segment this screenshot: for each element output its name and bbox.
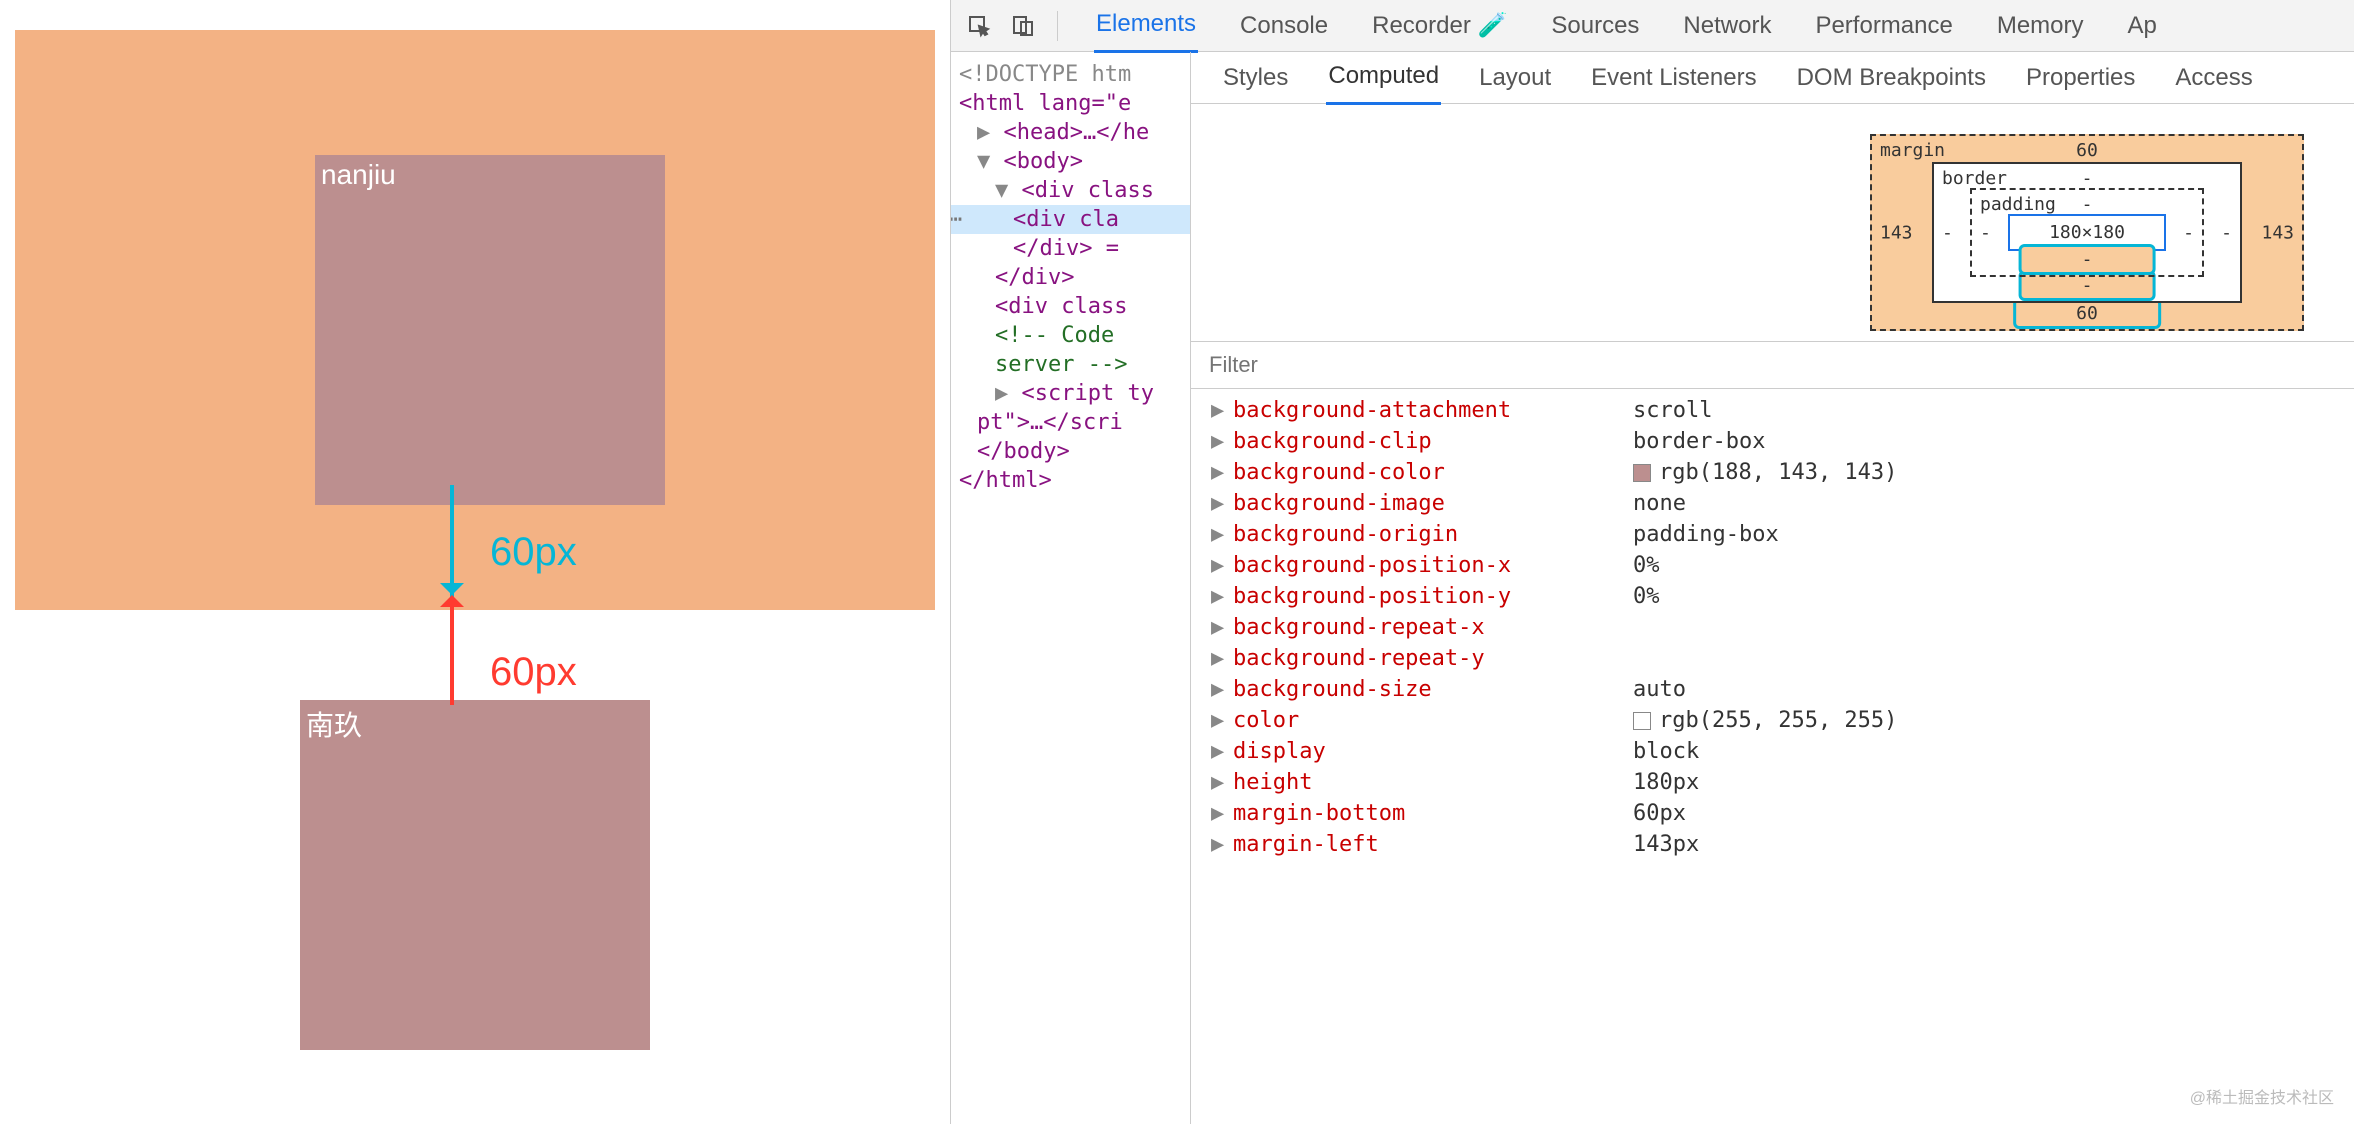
dom-node[interactable]: ▼ <div class xyxy=(951,176,1190,205)
subtab-computed[interactable]: Computed xyxy=(1326,52,1441,105)
computed-prop[interactable]: ▶margin-left143px xyxy=(1191,829,2354,860)
margin-bottom-label: 60px xyxy=(490,530,577,575)
dom-node[interactable]: ▶ <script ty xyxy=(951,379,1190,408)
dom-node[interactable]: <div cla xyxy=(951,205,1190,234)
margin-top-label: 60px xyxy=(490,650,577,695)
subtab-layout[interactable]: Layout xyxy=(1477,52,1553,104)
dom-node[interactable]: <html lang="e xyxy=(951,89,1190,118)
devtools-sub-tabs: Styles Computed Layout Event Listeners DOM B… xyxy=(1191,52,2354,104)
dom-node[interactable]: ▼ <body> xyxy=(951,147,1190,176)
dom-node[interactable]: </html> xyxy=(951,466,1190,495)
inspect-icon[interactable] xyxy=(961,8,997,44)
computed-properties-list[interactable]: ▶background-attachmentscroll▶background-… xyxy=(1191,389,2354,1124)
subtab-styles[interactable]: Styles xyxy=(1221,52,1290,104)
computed-prop[interactable]: ▶background-clipborder-box xyxy=(1191,426,2354,457)
tab-network[interactable]: Network xyxy=(1681,0,1773,52)
devtools-panel: Elements Console Recorder 🧪 Sources Network P… xyxy=(950,0,2354,1124)
subtab-eventlisteners[interactable]: Event Listeners xyxy=(1589,52,1758,104)
computed-prop[interactable]: ▶displayblock xyxy=(1191,736,2354,767)
computed-prop[interactable]: ▶background-sizeauto xyxy=(1191,674,2354,705)
tab-performance[interactable]: Performance xyxy=(1813,0,1954,52)
dom-node[interactable]: </div> = xyxy=(951,234,1190,263)
bfc-container: nanjiu xyxy=(15,30,935,610)
subtab-access[interactable]: Access xyxy=(2173,52,2254,104)
tab-console[interactable]: Console xyxy=(1238,0,1330,52)
dom-node[interactable]: ▶ <head>…</he xyxy=(951,118,1190,147)
tab-recorder[interactable]: Recorder 🧪 xyxy=(1370,0,1509,52)
page-preview: nanjiu 南玖 60px 60px xyxy=(0,0,950,1124)
box-nanjiu: nanjiu xyxy=(315,155,665,505)
watermark: @稀土掘金技术社区 xyxy=(2190,1084,2334,1108)
box-model-diagram[interactable]: margin 60 143 143 60 border - - - xyxy=(1191,104,2354,341)
tab-elements[interactable]: Elements xyxy=(1094,0,1198,53)
computed-prop[interactable]: ▶height180px xyxy=(1191,767,2354,798)
dom-node[interactable]: <!DOCTYPE htm xyxy=(951,60,1190,89)
computed-prop[interactable]: ▶background-colorrgb(188, 143, 143) xyxy=(1191,457,2354,488)
dom-tree[interactable]: <!DOCTYPE htm<html lang="e▶ <head>…</he▼… xyxy=(951,52,1191,1124)
computed-prop[interactable]: ▶colorrgb(255, 255, 255) xyxy=(1191,705,2354,736)
devtools-main-tabs: Elements Console Recorder 🧪 Sources Network P… xyxy=(1094,0,2159,53)
devtools-toolbar: Elements Console Recorder 🧪 Sources Network P… xyxy=(951,0,2354,52)
computed-prop[interactable]: ▶margin-bottom60px xyxy=(1191,798,2354,829)
computed-prop[interactable]: ▶background-repeat-y xyxy=(1191,643,2354,674)
computed-prop[interactable]: ▶background-attachmentscroll xyxy=(1191,395,2354,426)
computed-prop[interactable]: ▶background-imagenone xyxy=(1191,488,2354,519)
computed-prop[interactable]: ▶background-repeat-x xyxy=(1191,612,2354,643)
dom-node[interactable]: pt">…</scri xyxy=(951,408,1190,437)
arrow-up-icon xyxy=(450,605,454,705)
subtab-dombreakpoints[interactable]: DOM Breakpoints xyxy=(1795,52,1988,104)
subtab-properties[interactable]: Properties xyxy=(2024,52,2137,104)
tab-ap[interactable]: Ap xyxy=(2126,0,2159,52)
computed-prop[interactable]: ▶background-position-y0% xyxy=(1191,581,2354,612)
dom-node[interactable]: </div> xyxy=(951,263,1190,292)
dom-node[interactable]: server --> xyxy=(951,350,1190,379)
tab-sources[interactable]: Sources xyxy=(1549,0,1641,52)
dom-node[interactable]: <!-- Code xyxy=(951,321,1190,350)
device-toggle-icon[interactable] xyxy=(1005,8,1041,44)
box-nanjiu-cn: 南玖 xyxy=(300,700,650,1050)
filter-input[interactable] xyxy=(1209,352,2336,378)
tab-memory[interactable]: Memory xyxy=(1995,0,2086,52)
dom-node[interactable]: </body> xyxy=(951,437,1190,466)
dom-node[interactable]: <div class xyxy=(951,292,1190,321)
computed-prop[interactable]: ▶background-position-x0% xyxy=(1191,550,2354,581)
computed-prop[interactable]: ▶background-originpadding-box xyxy=(1191,519,2354,550)
